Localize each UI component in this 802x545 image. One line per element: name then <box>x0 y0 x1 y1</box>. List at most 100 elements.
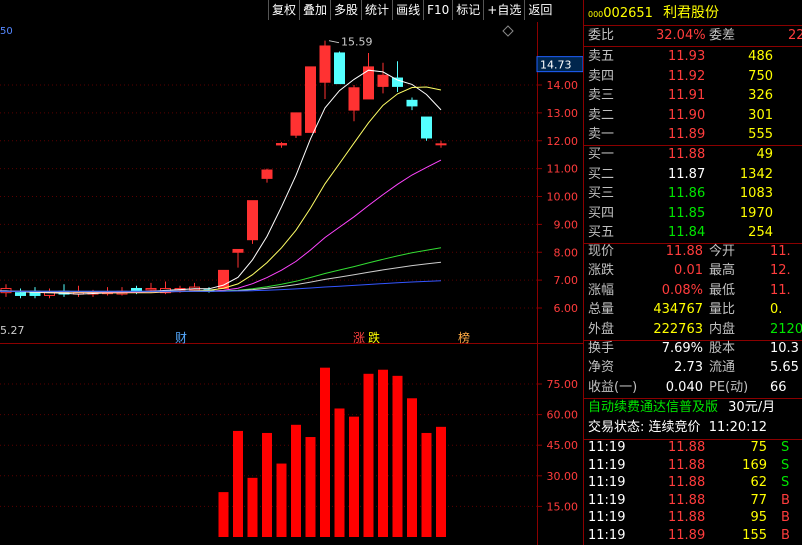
buy-level-volume: 1970 <box>739 205 773 221</box>
sell-level-price: 11.90 <box>668 107 706 123</box>
tick-time: 11:19 <box>588 475 626 491</box>
buy-level-row[interactable]: 买一 11.88 49 <box>588 145 802 165</box>
toolbar-button-4[interactable]: 画线 <box>392 0 424 20</box>
buy-level-row[interactable]: 买三 11.86 1083 <box>588 184 802 204</box>
quote-label-2: 最低 <box>709 282 736 298</box>
quote-label-2: 最高 <box>709 263 736 279</box>
sell-level-volume: 750 <box>748 68 773 84</box>
sell-level-label: 卖二 <box>588 107 615 123</box>
toolbar-button-0[interactable]: 复权 <box>268 0 300 20</box>
tick-volume: 77 <box>750 492 767 508</box>
volume-bar[interactable] <box>262 432 272 537</box>
volume-bar[interactable] <box>320 367 330 537</box>
quote-value-2: 11. <box>770 244 791 259</box>
volume-bar[interactable] <box>363 373 374 537</box>
buy-level-volume: 1342 <box>739 166 773 182</box>
sell-level-row[interactable]: 卖二 11.90 301 <box>588 106 802 126</box>
volume-bar[interactable] <box>291 424 301 537</box>
quote-value: 0.08% <box>661 282 703 298</box>
sell-level-label: 卖五 <box>588 49 615 64</box>
toolbar-button-1[interactable]: 叠加 <box>299 0 331 20</box>
candle[interactable] <box>305 66 316 133</box>
tick-side: S <box>781 475 790 491</box>
buy-level-price: 11.87 <box>668 166 706 182</box>
volume-bar[interactable] <box>247 477 258 537</box>
buy-level-price: 11.85 <box>668 205 706 221</box>
tick-side: B <box>781 528 790 543</box>
volume-bar[interactable] <box>407 398 417 537</box>
stock-code-prefix: 000 <box>588 10 604 19</box>
stock-code: 002651 <box>603 6 653 21</box>
tick-volume: 75 <box>750 440 767 455</box>
tick-time: 11:19 <box>588 510 626 526</box>
buy-level-row[interactable]: 买二 11.87 1342 <box>588 165 802 185</box>
subscription-ad[interactable]: 自动续费通达信普及版 30元/月 <box>588 398 775 418</box>
weibi-value: 32.04% <box>656 28 706 43</box>
buy-level-row[interactable]: 买五 11.84 254 <box>588 223 802 243</box>
volume-bar[interactable] <box>334 408 345 537</box>
volume-axis-label: 15.00 <box>547 500 579 513</box>
tick-row: 11:19 11.88 169 S <box>588 457 802 475</box>
event-marker[interactable]: 财 <box>175 331 187 344</box>
stats-value-2: 66 <box>770 379 787 395</box>
quote-row: 涨跌 0.01 最高 12. <box>588 261 802 281</box>
tick-row: 11:19 11.89 155 B <box>588 527 802 545</box>
volume-bar[interactable] <box>305 437 316 537</box>
price-axis-label: 14.00 <box>547 79 579 92</box>
stats-value: 0.040 <box>665 379 703 395</box>
event-marker[interactable]: 涨 <box>353 330 365 344</box>
tick-side: S <box>781 457 790 473</box>
volume-bar[interactable] <box>218 492 229 537</box>
volume-chart[interactable]: 75.00 60.00 45.00 30.00 15.00 <box>0 344 583 545</box>
ad-text: 自动续费通达信普及版 <box>588 400 719 415</box>
buy-level-row[interactable]: 买四 11.85 1970 <box>588 204 802 224</box>
event-marker[interactable]: 跌 <box>368 330 380 344</box>
volume-bar[interactable] <box>421 432 432 537</box>
kline-chart[interactable]: 14.00 13.00 12.00 11.00 10.00 9.00 8.00 7.00 6.0… <box>0 22 583 344</box>
sell-level-row[interactable]: 卖四 11.92 750 <box>588 67 802 87</box>
toolbar-button-7[interactable]: +自选 <box>483 0 525 20</box>
tick-volume: 169 <box>742 457 767 473</box>
quote-value: 11.88 <box>665 244 703 259</box>
stats-row: 收益(一) 0.040 PE(动) 66 <box>588 378 802 398</box>
quote-value: 222763 <box>653 321 703 337</box>
candle[interactable] <box>334 51 345 85</box>
sell-level-row[interactable]: 卖一 11.89 555 <box>588 125 802 145</box>
volume-bar[interactable] <box>436 426 446 537</box>
toolbar-button-5[interactable]: F10 <box>423 0 453 20</box>
volume-axis-label: 45.00 <box>547 439 579 452</box>
volume-bar[interactable] <box>233 430 243 537</box>
sell-level-price: 11.91 <box>668 88 706 104</box>
toolbar-button-8[interactable]: 返回 <box>524 0 556 20</box>
tick-side: B <box>781 492 790 508</box>
tick-row: 11:19 11.88 77 B <box>588 492 802 510</box>
trade-status-row: 交易状态: 连续竞价 11:20:12 <box>588 418 767 438</box>
quote-row: 外盘 222763 内盘 2120 <box>588 320 802 340</box>
quote-value-2: 2120 <box>770 321 802 337</box>
price-axis-label: 7.00 <box>554 274 579 287</box>
candle[interactable] <box>421 116 432 141</box>
volume-bar[interactable] <box>276 463 287 537</box>
candle[interactable] <box>290 112 302 138</box>
toolbar-button-6[interactable]: 标记 <box>452 0 484 20</box>
price-axis-label: 6.00 <box>554 302 579 315</box>
volume-bar[interactable] <box>392 375 403 537</box>
stats-label: 换手 <box>588 341 615 356</box>
candle[interactable] <box>247 200 258 244</box>
weicha-value: 22 <box>788 28 802 43</box>
volume-bar[interactable] <box>349 416 359 537</box>
quote-value: 0.01 <box>674 263 703 279</box>
event-marker[interactable]: 榜 <box>458 330 470 344</box>
toolbar-button-3[interactable]: 统计 <box>361 0 393 20</box>
tick-volume: 95 <box>750 510 767 526</box>
stock-name: 利君股份 <box>663 5 720 21</box>
sell-level-row[interactable]: 卖三 11.91 326 <box>588 86 802 106</box>
stats-value: 7.69% <box>661 341 703 356</box>
volume-bar[interactable] <box>378 369 388 537</box>
tick-row: 11:19 11.88 75 S <box>588 439 802 457</box>
sell-level-row[interactable]: 卖五 11.93 486 <box>588 47 802 67</box>
tick-row: 11:19 11.88 95 B <box>588 509 802 527</box>
toolbar-button-2[interactable]: 多股 <box>330 0 362 20</box>
price-axis-label: 12.00 <box>547 135 579 148</box>
sell-level-price: 11.89 <box>668 127 706 143</box>
